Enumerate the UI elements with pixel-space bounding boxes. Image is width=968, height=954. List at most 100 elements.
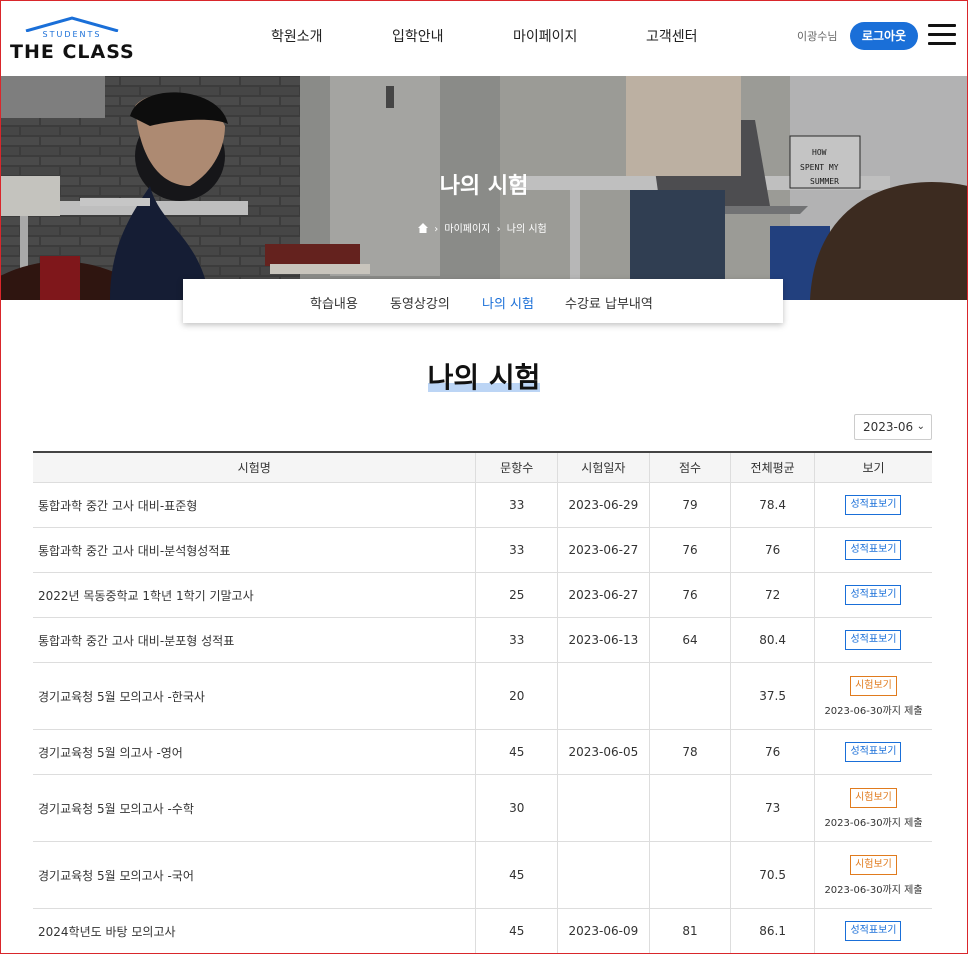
exam-date: 2023-06-27 (557, 572, 650, 618)
table-row: 경기교육청 5월 모의고사 -한국사 20 37.5 시험보기 2023-06-3… (33, 662, 932, 730)
table-row: 통합과학 중간 고사 대비-표준형 33 2023-06-29 79 78.4 … (33, 482, 932, 528)
score: 64 (648, 617, 731, 663)
question-count: 33 (475, 617, 558, 663)
site-logo[interactable]: STUDENTS THE CLASS (10, 14, 134, 64)
score (648, 774, 731, 842)
score: 81 (648, 908, 731, 954)
view-cell: 성적표보기 (813, 482, 932, 528)
tab-learning[interactable]: 학습내용 (310, 293, 358, 312)
breadcrumb-mypage[interactable]: 마이페이지 (444, 224, 490, 235)
exam-date (557, 841, 650, 909)
view-report-button[interactable]: 성적표보기 (845, 540, 902, 560)
subtab-bar: 학습내용 동영상강의 나의 시험 수강료 납부내역 (183, 279, 783, 323)
tab-my-exams[interactable]: 나의 시험 (482, 293, 534, 312)
average: 78.4 (730, 482, 815, 528)
view-report-button[interactable]: 성적표보기 (845, 585, 902, 605)
view-cell: 성적표보기 (813, 527, 932, 573)
question-count: 25 (475, 572, 558, 618)
col-view: 보기 (813, 451, 932, 483)
exam-date: 2023-06-05 (557, 729, 650, 775)
exam-name: 통합과학 중간 고사 대비-표준형 (33, 482, 476, 528)
average: 80.4 (730, 617, 815, 663)
exam-date: 2023-06-29 (557, 482, 650, 528)
score: 76 (648, 527, 731, 573)
view-report-button[interactable]: 성적표보기 (845, 630, 902, 650)
exam-name: 경기교육청 5월 의고사 -영어 (33, 729, 476, 775)
exam-date (557, 774, 650, 842)
question-count: 33 (475, 527, 558, 573)
question-count: 45 (475, 908, 558, 954)
average: 73 (730, 774, 815, 842)
exam-date: 2023-06-13 (557, 617, 650, 663)
question-count: 30 (475, 774, 558, 842)
question-count: 45 (475, 729, 558, 775)
view-cell: 성적표보기 (813, 572, 932, 618)
average: 72 (730, 572, 815, 618)
chevron-right-icon: › (434, 224, 439, 235)
col-question-count: 문항수 (475, 451, 558, 483)
hero-title: 나의 시험 (439, 174, 529, 199)
question-count: 45 (475, 841, 558, 909)
due-date: 2023-06-30까지 제출 (824, 817, 923, 829)
view-cell: 성적표보기 (813, 729, 932, 775)
breadcrumb: › 마이페이지 › 나의 시험 (418, 220, 547, 235)
exam-name: 2024학년도 바탕 모의고사 (33, 908, 476, 954)
score (648, 841, 731, 909)
average: 86.1 (730, 908, 815, 954)
breadcrumb-current: 나의 시험 (506, 224, 547, 235)
exam-name: 경기교육청 5월 모의고사 -수학 (33, 774, 476, 842)
exam-date (557, 662, 650, 730)
month-select-value: 2023-06 (863, 420, 914, 434)
tab-tuition-payments[interactable]: 수강료 납부내역 (565, 293, 653, 312)
chevron-right-icon: › (496, 224, 501, 235)
view-report-button[interactable]: 성적표보기 (845, 921, 902, 941)
average: 37.5 (730, 662, 815, 730)
col-exam-date: 시험일자 (557, 451, 650, 483)
view-report-button[interactable]: 성적표보기 (845, 742, 902, 762)
average: 70.5 (730, 841, 815, 909)
table-row: 통합과학 중간 고사 대비-분포형 성적표 33 2023-06-13 64 8… (33, 617, 932, 663)
take-exam-button[interactable]: 시험보기 (850, 854, 897, 875)
score (648, 662, 731, 730)
score: 76 (648, 572, 731, 618)
due-date: 2023-06-30까지 제출 (824, 884, 923, 896)
table-row: 경기교육청 5월 의고사 -영어 45 2023-06-05 78 76 성적표… (33, 729, 932, 775)
nav-about[interactable]: 학원소개 (271, 26, 323, 46)
view-report-button[interactable]: 성적표보기 (845, 495, 902, 515)
score: 78 (648, 729, 731, 775)
view-cell: 시험보기 2023-06-30까지 제출 (813, 841, 932, 909)
exam-name: 경기교육청 5월 모의고사 -한국사 (33, 662, 476, 730)
menu-icon[interactable] (928, 24, 956, 46)
page-title-text: 나의 시험 (427, 356, 540, 396)
logo-brand: THE CLASS (10, 41, 135, 63)
logout-button[interactable]: 로그아웃 (850, 22, 918, 50)
view-cell: 시험보기 2023-06-30까지 제출 (813, 662, 932, 730)
exam-name: 2022년 목동중학교 1학년 1학기 기말고사 (33, 572, 476, 618)
table-header-row: 시험명 문항수 시험일자 점수 전체평균 보기 (33, 451, 932, 483)
average: 76 (730, 729, 815, 775)
exam-date: 2023-06-09 (557, 908, 650, 954)
table-row: 경기교육청 5월 모의고사 -국어 45 70.5 시험보기 2023-06-30… (33, 841, 932, 909)
hero-banner: HOW SPENT MY SUMMER 나의 시험 › 마이페이지 › 나의 시… (0, 76, 968, 300)
exam-name: 통합과학 중간 고사 대비-분석형성적표 (33, 527, 476, 573)
tab-video-lectures[interactable]: 동영상강의 (390, 293, 450, 312)
question-count: 33 (475, 482, 558, 528)
exam-name: 통합과학 중간 고사 대비-분포형 성적표 (33, 617, 476, 663)
month-select[interactable]: 2023-06 ⌄ (854, 414, 932, 440)
take-exam-button[interactable]: 시험보기 (850, 675, 897, 696)
logo-subtitle: STUDENTS (42, 30, 102, 39)
nav-support[interactable]: 고객센터 (646, 26, 698, 46)
chevron-down-icon: ⌄ (916, 421, 925, 432)
nav-mypage[interactable]: 마이페이지 (513, 26, 577, 46)
score: 79 (648, 482, 731, 528)
view-cell: 성적표보기 (813, 617, 932, 663)
home-icon[interactable] (418, 223, 428, 233)
user-name: 이광수님 (797, 30, 838, 43)
nav-admission[interactable]: 입학안내 (392, 26, 444, 46)
table-row: 2024학년도 바탕 모의고사 45 2023-06-09 81 86.1 성적… (33, 908, 932, 954)
col-average: 전체평균 (730, 451, 815, 483)
question-count: 20 (475, 662, 558, 730)
take-exam-button[interactable]: 시험보기 (850, 787, 897, 808)
exam-table: 시험명 문항수 시험일자 점수 전체평균 보기 통합과학 중간 고사 대비-표준… (33, 451, 932, 954)
table-row: 2022년 목동중학교 1학년 1학기 기말고사 25 2023-06-27 7… (33, 572, 932, 618)
